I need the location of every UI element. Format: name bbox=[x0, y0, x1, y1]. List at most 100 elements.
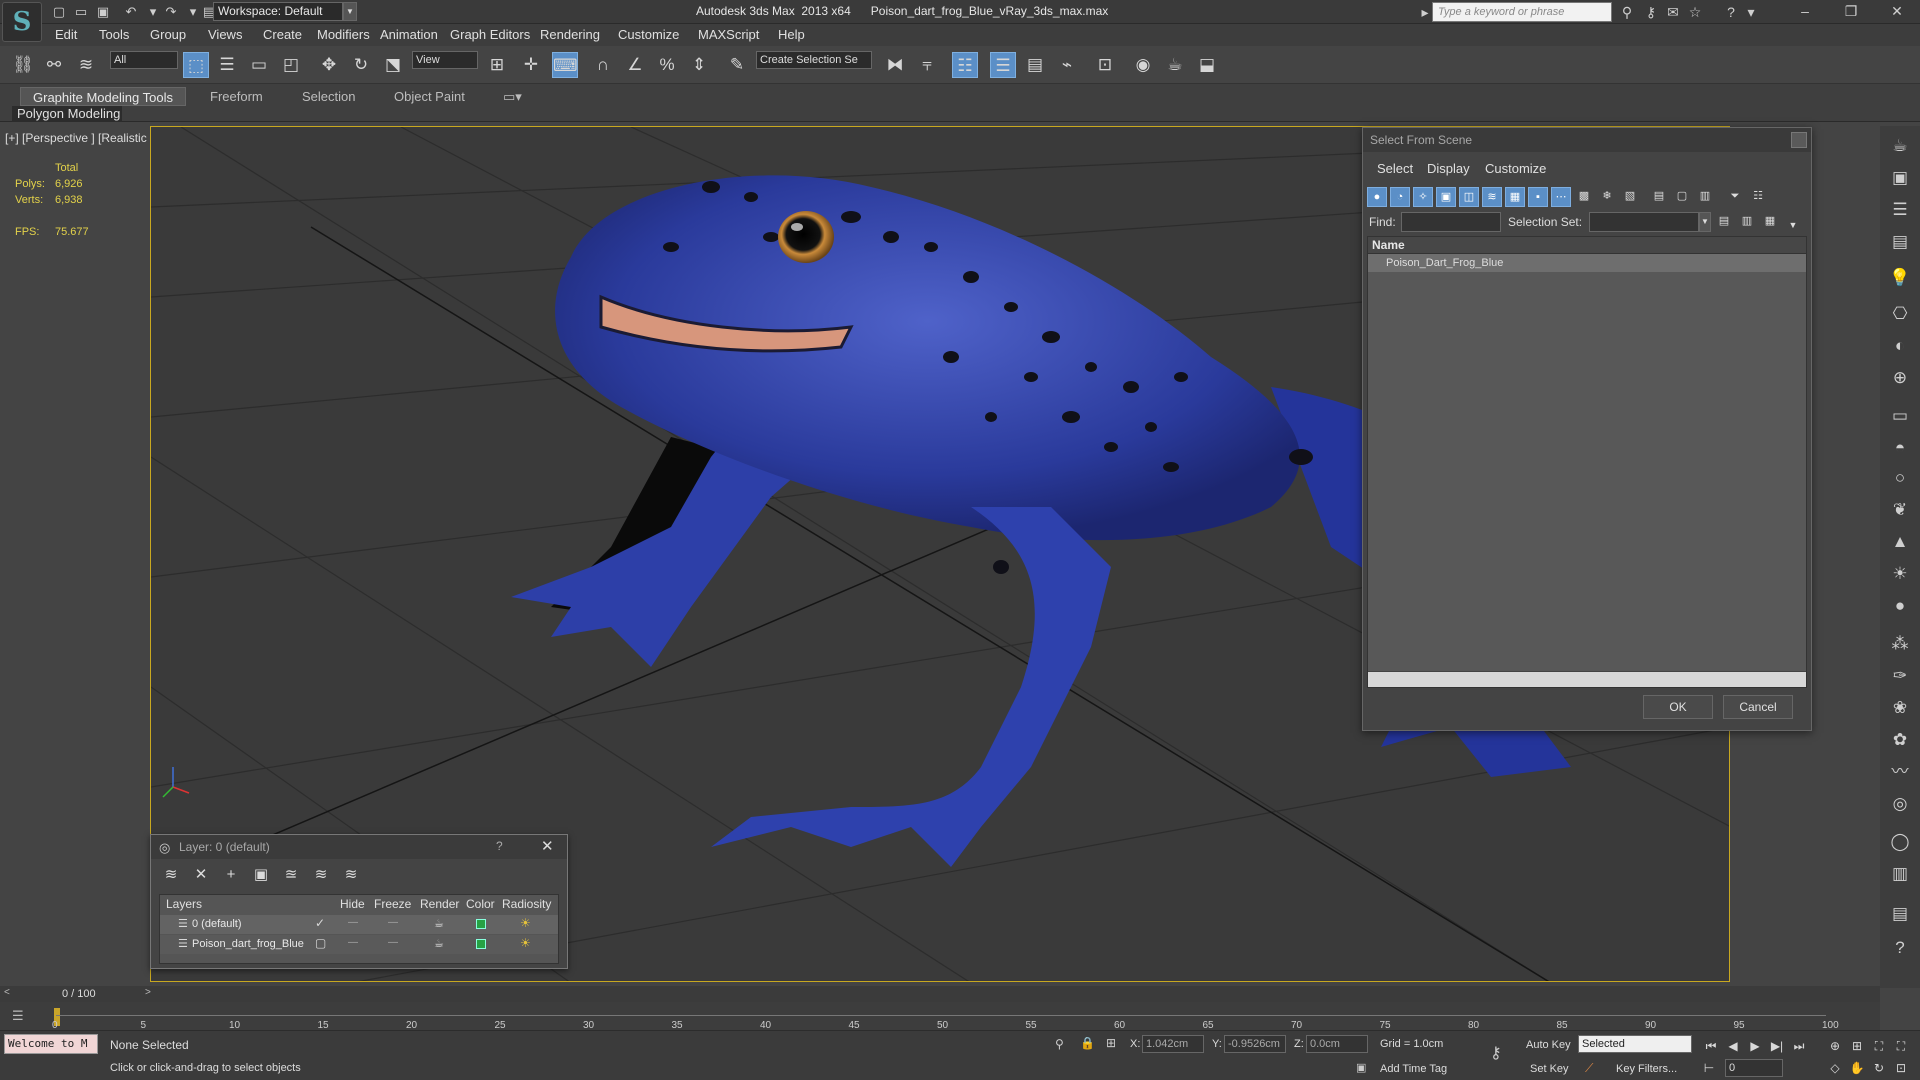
curve-editor-icon[interactable]: ⌁ bbox=[1054, 52, 1080, 78]
teapot-icon[interactable]: ☕ bbox=[1888, 134, 1912, 158]
scene-object-list[interactable]: Name Poison_Dart_Frog_Blue bbox=[1367, 236, 1807, 688]
pivot-center-icon[interactable]: ⊞ bbox=[484, 52, 510, 78]
select-invert-icon[interactable]: ▥ bbox=[1695, 187, 1715, 207]
time-tag-icon[interactable]: ▣ bbox=[1356, 1061, 1366, 1074]
current-layer-check-icon[interactable]: ✓ bbox=[315, 916, 325, 930]
go-to-end-icon[interactable]: ⏭ bbox=[1790, 1037, 1808, 1055]
spinner-snap-icon[interactable]: ⇕ bbox=[686, 52, 712, 78]
menu-animation[interactable]: Animation bbox=[380, 27, 438, 42]
fur-icon[interactable]: ❦ bbox=[1888, 498, 1912, 522]
named-selection-set-dropdown[interactable]: Create Selection Se bbox=[756, 51, 872, 69]
undo-icon[interactable]: ↶ bbox=[122, 3, 140, 21]
dome-light-icon[interactable]: ◓ bbox=[1888, 436, 1912, 460]
col-layers[interactable]: Layers bbox=[166, 895, 202, 914]
zoom-all-icon[interactable]: ⊞ bbox=[1848, 1037, 1866, 1055]
ribbon-options-icon[interactable]: ▭▾ bbox=[503, 87, 522, 106]
toggle-scene-explorer-icon[interactable]: ☷ bbox=[952, 52, 978, 78]
zoom-icon[interactable]: ⊕ bbox=[1826, 1037, 1844, 1055]
freeze-toggle[interactable]: — bbox=[388, 917, 398, 928]
display-bones-icon[interactable]: ⋯ bbox=[1551, 187, 1571, 207]
display-xrefs-icon[interactable]: ▪ bbox=[1528, 187, 1548, 207]
list-icon[interactable]: ☰ bbox=[1888, 198, 1912, 222]
time-slider[interactable]: < 0 / 100 > bbox=[0, 986, 1880, 1002]
new-file-icon[interactable]: ▢ bbox=[50, 3, 68, 21]
add-time-tag-button[interactable]: Add Time Tag bbox=[1380, 1063, 1447, 1075]
horizontal-scrollbar[interactable] bbox=[1368, 671, 1806, 687]
layer-color-swatch[interactable] bbox=[476, 939, 486, 949]
favorites-star-icon[interactable]: ☆ bbox=[1686, 3, 1704, 21]
time-prev-icon[interactable]: < bbox=[4, 987, 10, 998]
select-none-icon[interactable]: ▢ bbox=[1672, 187, 1692, 207]
filter-icon[interactable]: ⏷ bbox=[1725, 187, 1745, 207]
select-highlighted-icon[interactable]: ▣ bbox=[251, 865, 271, 885]
radiosity-icon[interactable]: ☀ bbox=[520, 936, 531, 950]
display-shapes-icon[interactable]: ◔ bbox=[1390, 187, 1410, 207]
set-key-mode-icon[interactable]: ⚷ bbox=[1490, 1043, 1502, 1063]
window-crossing-icon[interactable]: ◰ bbox=[278, 52, 304, 78]
viewport-label-menu[interactable]: [+] [Perspective ] [Realistic ] bbox=[5, 131, 153, 145]
sfs-menu-select[interactable]: Select bbox=[1377, 161, 1413, 176]
display-frozen-icon[interactable]: ❄ bbox=[1597, 187, 1617, 207]
help-icon[interactable]: ? bbox=[1722, 3, 1740, 21]
table-row[interactable]: ☰ 0 (default) ✓ — — ☕ ☀ bbox=[160, 915, 558, 934]
expand-options-icon[interactable]: ▼ bbox=[1783, 216, 1803, 236]
menu-help[interactable]: Help bbox=[778, 27, 805, 42]
y-coordinate-input[interactable]: -0.9526cm bbox=[1224, 1035, 1286, 1053]
undo-dropdown-icon[interactable]: ▾ bbox=[144, 3, 162, 21]
tab-graphite-modeling-tools[interactable]: Graphite Modeling Tools bbox=[20, 87, 186, 106]
hierarchy-icon[interactable]: ☷ bbox=[1748, 187, 1768, 207]
document-icon[interactable]: ▤ bbox=[1888, 902, 1912, 926]
ok-button[interactable]: OK bbox=[1643, 695, 1713, 719]
unlink-selection-icon[interactable]: ⚯ bbox=[41, 52, 67, 78]
binoculars-icon[interactable]: ⚲ bbox=[1618, 3, 1636, 21]
menu-modifiers[interactable]: Modifiers bbox=[317, 27, 370, 42]
render-setup-icon[interactable]: ☕ bbox=[1162, 52, 1188, 78]
sfs-menu-display[interactable]: Display bbox=[1427, 161, 1470, 176]
display-containers-icon[interactable]: ▩ bbox=[1574, 187, 1594, 207]
menu-tools[interactable]: Tools bbox=[99, 27, 129, 42]
search-input[interactable]: Type a keyword or phrase bbox=[1432, 2, 1612, 22]
sphere-icon[interactable]: ◐ bbox=[1888, 334, 1912, 358]
select-all-icon[interactable]: ▤ bbox=[1649, 187, 1669, 207]
menu-group[interactable]: Group bbox=[150, 27, 186, 42]
make-current-box-icon[interactable]: ▢ bbox=[315, 936, 326, 950]
next-frame-icon[interactable]: ▶| bbox=[1768, 1037, 1786, 1055]
plant-icon[interactable]: ✿ bbox=[1888, 728, 1912, 752]
delete-layer-icon[interactable]: ✕ bbox=[191, 865, 211, 885]
select-by-name-icon[interactable]: ☰ bbox=[214, 52, 240, 78]
mini-curve-editor-icon[interactable]: ☰ bbox=[12, 1008, 24, 1024]
bear-icon[interactable]: ❀ bbox=[1888, 696, 1912, 720]
tab-object-paint[interactable]: Object Paint bbox=[394, 87, 465, 106]
select-and-rotate-icon[interactable]: ↻ bbox=[348, 52, 374, 78]
bind-to-space-warp-icon[interactable]: ≋ bbox=[73, 52, 99, 78]
cancel-button[interactable]: Cancel bbox=[1723, 695, 1793, 719]
delete-set-icon[interactable]: ▦ bbox=[1760, 212, 1780, 232]
sfs-menu-customize[interactable]: Customize bbox=[1485, 161, 1546, 176]
maxscript-listener[interactable]: Welcome to M bbox=[4, 1034, 98, 1054]
go-to-start-icon[interactable]: ⏮ bbox=[1702, 1037, 1720, 1055]
x-coordinate-input[interactable]: 1.042cm bbox=[1142, 1035, 1204, 1053]
display-helpers-icon[interactable]: ◫ bbox=[1459, 187, 1479, 207]
select-object-icon[interactable]: ⬚ bbox=[183, 52, 209, 78]
select-and-scale-icon[interactable]: ⬔ bbox=[380, 52, 406, 78]
select-layer-objects-icon[interactable]: ≊ bbox=[281, 865, 301, 885]
menu-customize[interactable]: Customize bbox=[618, 27, 679, 42]
play-icon[interactable]: ▶ bbox=[1746, 1037, 1764, 1055]
col-freeze[interactable]: Freeze bbox=[374, 895, 411, 914]
tab-freeform[interactable]: Freeform bbox=[210, 87, 263, 106]
question-icon[interactable]: ? bbox=[1888, 936, 1912, 960]
mirror-icon[interactable]: ⧓ bbox=[882, 52, 908, 78]
z-coordinate-input[interactable]: 0.0cm bbox=[1306, 1035, 1368, 1053]
display-geometry-icon[interactable]: ● bbox=[1367, 187, 1387, 207]
paint-icon[interactable]: ✑ bbox=[1888, 664, 1912, 688]
select-and-link-icon[interactable]: ⛓ bbox=[10, 52, 36, 78]
minimize-button[interactable]: – bbox=[1782, 0, 1828, 24]
building-icon[interactable]: ▥ bbox=[1888, 862, 1912, 886]
select-manipulate-icon[interactable]: ✛ bbox=[518, 52, 544, 78]
render-teapot-icon[interactable]: ☕ bbox=[434, 937, 444, 950]
freeze-all-layers-icon[interactable]: ≋ bbox=[341, 865, 361, 885]
menu-maxscript[interactable]: MAXScript bbox=[698, 27, 759, 42]
display-cameras-icon[interactable]: ▣ bbox=[1436, 187, 1456, 207]
display-groups-icon[interactable]: ▦ bbox=[1505, 187, 1525, 207]
hair-icon[interactable]: 〰 bbox=[1888, 760, 1912, 784]
